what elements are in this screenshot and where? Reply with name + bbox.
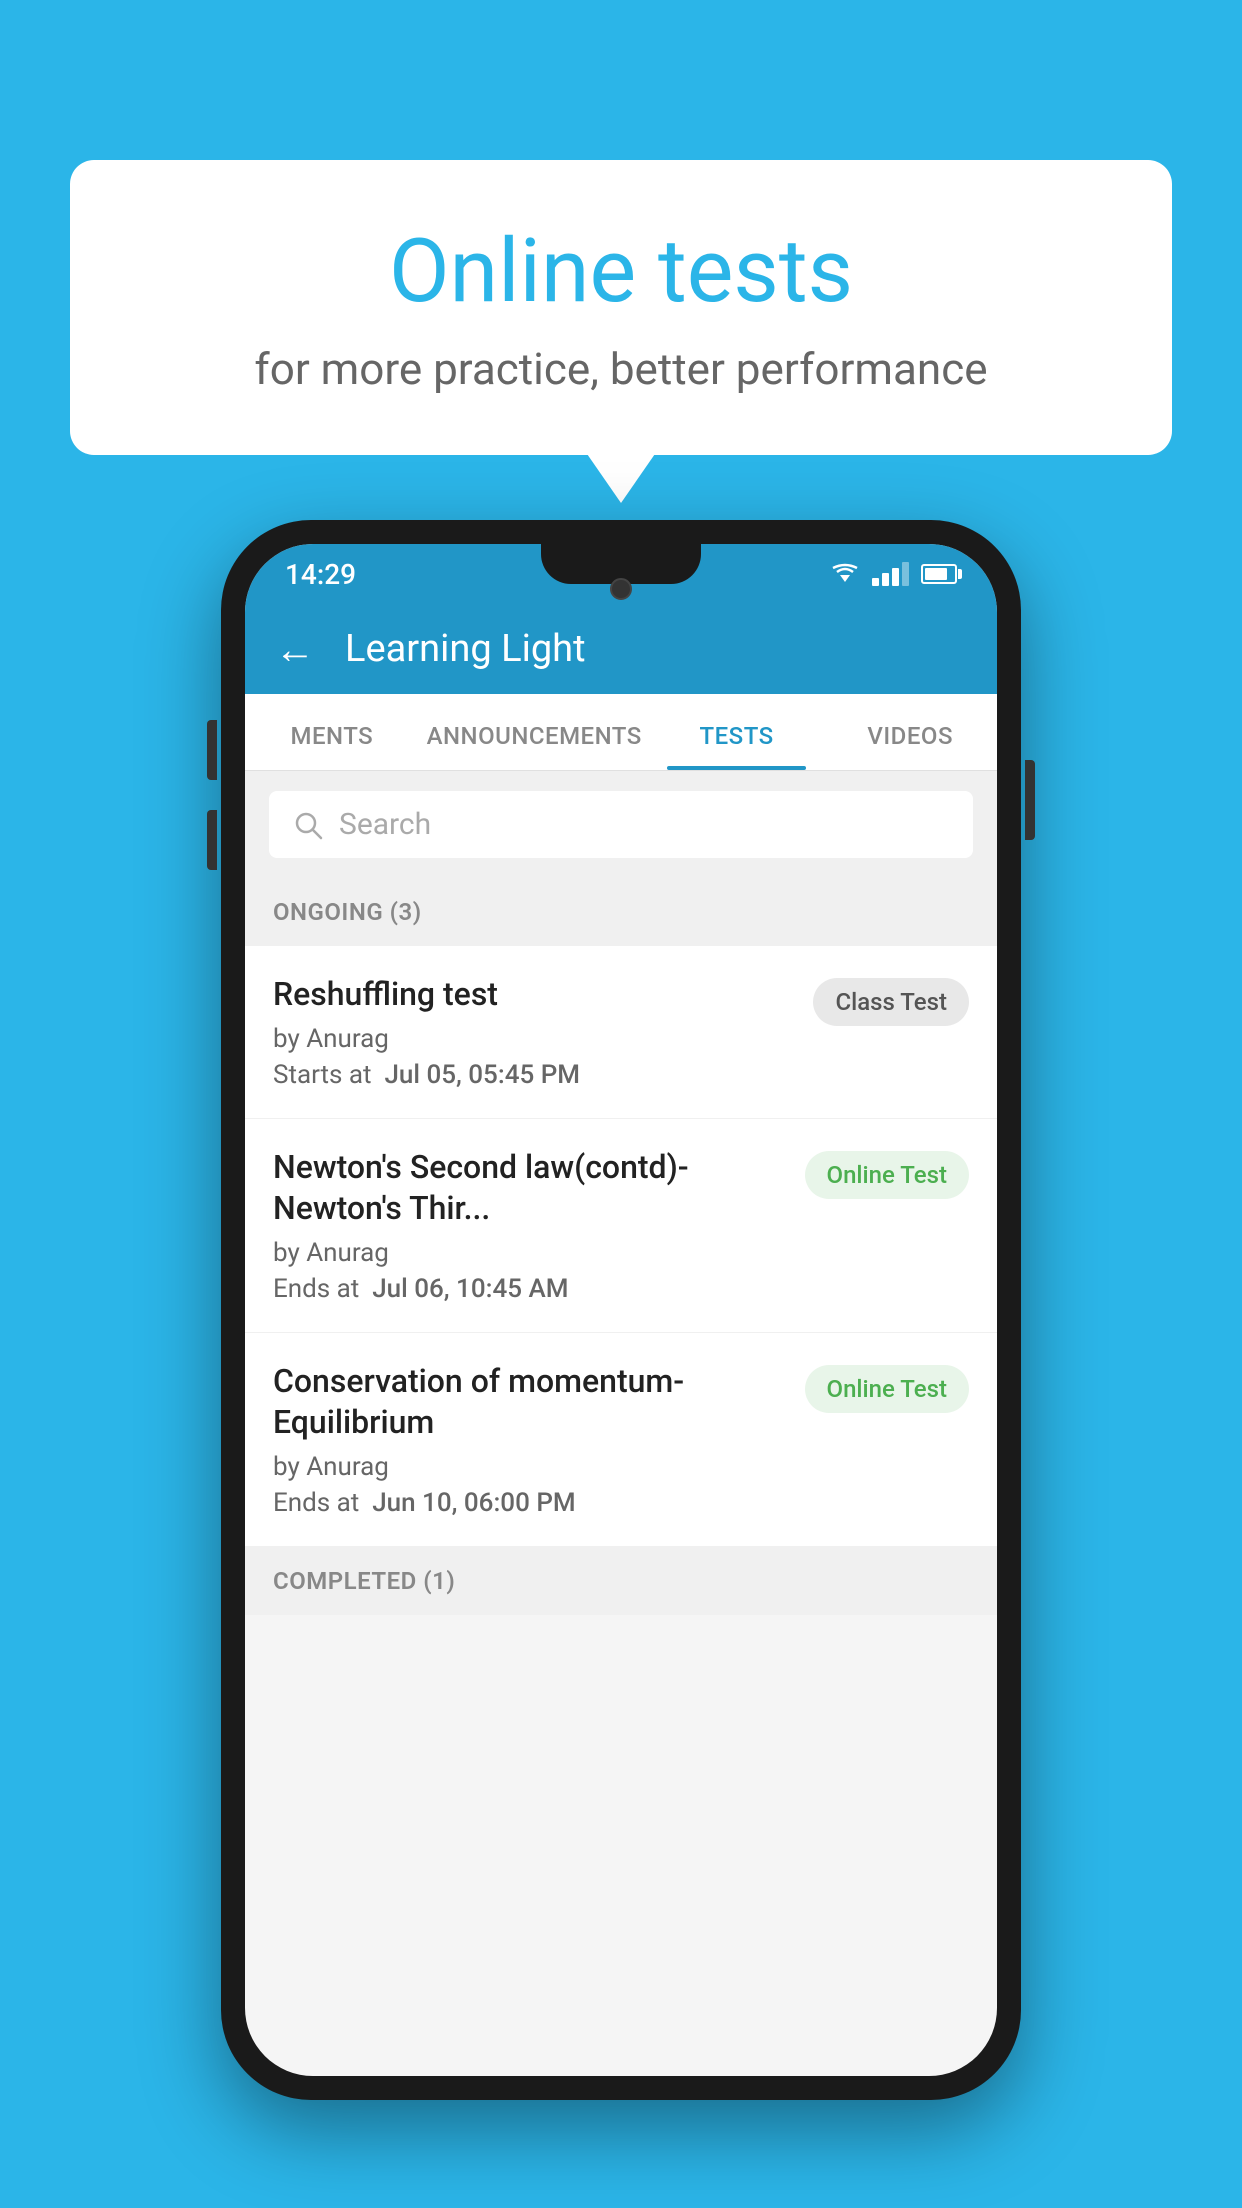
test-item-1[interactable]: Reshuffling test by Anurag Starts at Jul… [245,946,997,1119]
battery-icon [921,564,957,584]
tab-videos[interactable]: VIDEOS [823,694,997,770]
speech-bubble: Online tests for more practice, better p… [70,160,1172,455]
volume-up-button [207,720,217,780]
ongoing-section-title: ONGOING (3) [273,898,422,926]
ongoing-section-header: ONGOING (3) [245,878,997,946]
search-icon [293,810,323,840]
test-badge-3: Online Test [805,1365,969,1413]
test-by-1: by Anurag [273,1024,793,1054]
speech-bubble-container: Online tests for more practice, better p… [70,160,1172,455]
test-by-2: by Anurag [273,1238,785,1268]
signal-icon [872,562,909,586]
test-name-3: Conservation of momentum-Equilibrium [273,1361,785,1444]
phone-notch [541,544,701,584]
phone-screen: 14:29 [245,544,997,2076]
tab-tests[interactable]: TESTS [650,694,824,770]
test-item-3[interactable]: Conservation of momentum-Equilibrium by … [245,1333,997,1547]
search-container: Search [245,771,997,878]
completed-section-header: COMPLETED (1) [245,1547,997,1615]
speech-bubble-subtitle: for more practice, better performance [150,343,1092,395]
search-bar[interactable]: Search [269,791,973,858]
test-date-3: Ends at Jun 10, 06:00 PM [273,1488,785,1518]
wifi-icon [830,562,860,586]
status-time: 14:29 [285,558,356,591]
phone-frame: 14:29 [221,520,1021,2100]
test-item-2[interactable]: Newton's Second law(contd)-Newton's Thir… [245,1119,997,1333]
test-info-1: Reshuffling test by Anurag Starts at Jul… [273,974,793,1090]
test-info-3: Conservation of momentum-Equilibrium by … [273,1361,785,1518]
phone-container: 14:29 [221,520,1021,2100]
test-date-2: Ends at Jul 06, 10:45 AM [273,1274,785,1304]
test-badge-1: Class Test [813,978,969,1026]
search-placeholder: Search [339,807,431,842]
back-button[interactable]: ← [275,626,315,673]
app-header: ← Learning Light [245,604,997,694]
test-name-1: Reshuffling test [273,974,793,1016]
test-list: Reshuffling test by Anurag Starts at Jul… [245,946,997,1547]
test-date-1: Starts at Jul 05, 05:45 PM [273,1060,793,1090]
front-camera [610,578,632,600]
page-background: Online tests for more practice, better p… [0,0,1242,2208]
volume-down-button [207,810,217,870]
power-button [1025,760,1035,840]
tabs-container: MENTS ANNOUNCEMENTS TESTS VIDEOS [245,694,997,771]
test-badge-2: Online Test [805,1151,969,1199]
completed-section-title: COMPLETED (1) [273,1567,455,1595]
tab-announcements[interactable]: ANNOUNCEMENTS [419,694,650,770]
tab-ments[interactable]: MENTS [245,694,419,770]
speech-bubble-title: Online tests [150,220,1092,323]
app-title: Learning Light [345,627,586,671]
test-info-2: Newton's Second law(contd)-Newton's Thir… [273,1147,785,1304]
test-name-2: Newton's Second law(contd)-Newton's Thir… [273,1147,785,1230]
test-by-3: by Anurag [273,1452,785,1482]
status-icons [830,562,957,586]
